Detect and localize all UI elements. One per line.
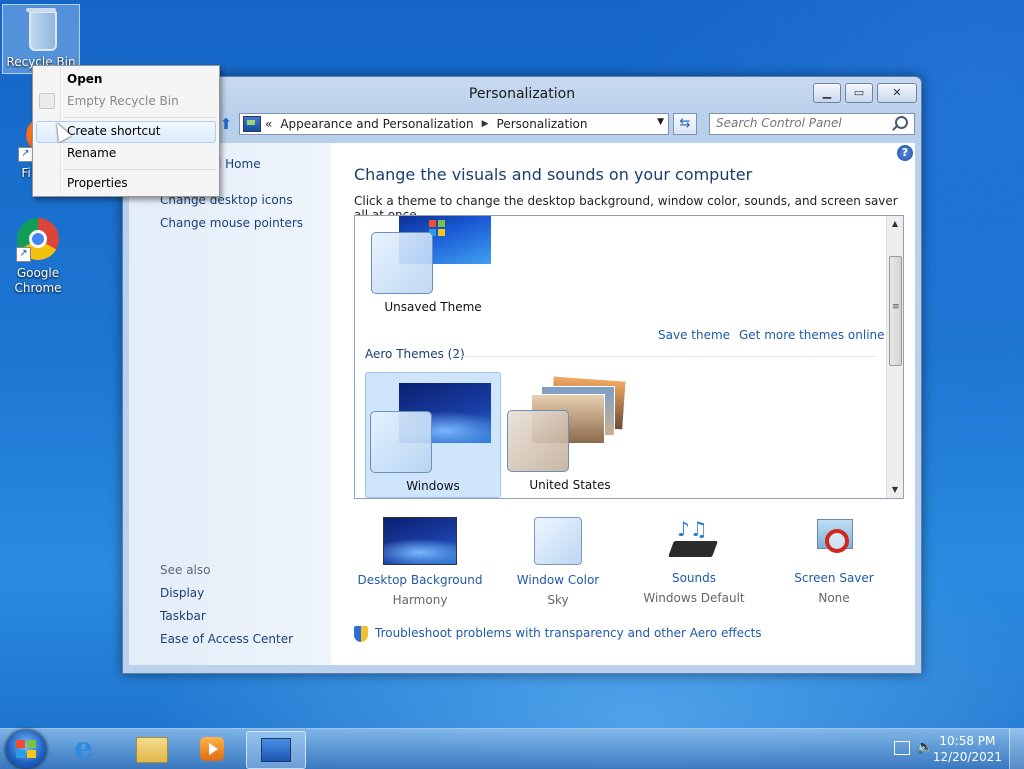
screen-saver-icon xyxy=(811,517,857,563)
taskbar: e 🔈 10:58 PM 12/20/2021 xyxy=(0,728,1024,769)
volume-icon[interactable]: 🔈 xyxy=(916,739,933,755)
theme-label: Unsaved Theme xyxy=(384,300,482,314)
theme-label: Windows xyxy=(406,479,460,493)
clock-time: 10:58 PM xyxy=(939,734,996,748)
shortcut-arrow-icon: ↗ xyxy=(16,247,31,262)
search-input[interactable] xyxy=(710,114,886,132)
help-icon[interactable]: ? xyxy=(897,145,913,161)
menu-item-rename[interactable]: Rename xyxy=(67,146,116,160)
menu-item-open[interactable]: Open xyxy=(67,72,102,86)
recycle-bin-icon xyxy=(17,5,65,53)
see-also-label: See also xyxy=(160,563,211,577)
sounds-link[interactable]: Sounds xyxy=(629,571,759,585)
chevron-down-icon[interactable]: ▼ xyxy=(657,117,664,127)
refresh-button[interactable]: ⇆ xyxy=(673,113,697,135)
change-mouse-pointers-link[interactable]: Change mouse pointers xyxy=(160,216,303,230)
menu-item-create-shortcut[interactable]: Create shortcut xyxy=(67,124,160,138)
window-color-swatch xyxy=(370,411,432,473)
scroll-up-icon[interactable]: ▲ xyxy=(887,216,903,232)
show-desktop-button[interactable] xyxy=(1009,729,1024,769)
menu-item-empty-recycle-bin[interactable]: Empty Recycle Bin xyxy=(67,94,179,108)
breadcrumb-separator-icon[interactable]: ▶ xyxy=(482,119,489,129)
taskbar-control-panel[interactable] xyxy=(246,731,306,769)
window-color-link[interactable]: Window Color xyxy=(493,573,623,587)
save-theme-link[interactable]: Save theme xyxy=(658,328,730,342)
window-color-icon xyxy=(534,517,582,565)
theme-list[interactable]: Unsaved Theme Save theme Get more themes… xyxy=(354,215,904,499)
chrome-icon: ↗ xyxy=(14,216,62,264)
menu-separator xyxy=(63,169,216,170)
sounds-value: Windows Default xyxy=(643,591,745,605)
control-panel-icon xyxy=(261,738,291,762)
section-divider xyxy=(453,356,875,357)
breadcrumb-appearance[interactable]: Appearance and Personalization xyxy=(280,117,473,131)
network-icon[interactable] xyxy=(894,741,910,755)
shield-icon xyxy=(354,626,368,642)
display-link[interactable]: Display xyxy=(160,586,204,600)
search-box[interactable] xyxy=(709,113,915,135)
desktop-icon-google-chrome[interactable]: ↗ Google Chrome xyxy=(0,216,76,296)
close-button[interactable]: ✕ xyxy=(877,83,917,103)
desktop-icon-recycle-bin[interactable]: Recycle Bin xyxy=(2,4,80,74)
start-button[interactable] xyxy=(6,730,46,768)
taskbar-file-explorer[interactable] xyxy=(122,731,180,767)
shortcut-arrow-icon: ↗ xyxy=(18,147,33,162)
desktop-background-icon xyxy=(383,517,457,565)
clock-date: 12/20/2021 xyxy=(932,750,1002,764)
theme-list-scrollbar[interactable]: ▲ ▼ xyxy=(886,216,903,498)
scroll-thumb[interactable] xyxy=(889,256,902,366)
navigation-bar: ⬆ « Appearance and Personalization ▶ Per… xyxy=(123,111,921,139)
ease-of-access-link[interactable]: Ease of Access Center xyxy=(160,632,293,646)
sounds-item[interactable]: ♪♫ Sounds Windows Default xyxy=(629,517,759,605)
troubleshoot-link[interactable]: Troubleshoot problems with transparency … xyxy=(375,626,762,640)
get-more-themes-link[interactable]: Get more themes online xyxy=(739,328,885,342)
theme-windows[interactable]: Windows xyxy=(365,372,501,498)
aero-themes-label: Aero Themes (2) xyxy=(365,347,465,361)
client-area: nel Home Change desktop icons Change mou… xyxy=(129,143,915,665)
internet-explorer-icon: e xyxy=(74,731,94,766)
taskbar-link[interactable]: Taskbar xyxy=(160,609,206,623)
screen-saver-value: None xyxy=(818,591,850,605)
search-icon[interactable] xyxy=(895,116,908,129)
window-title: Personalization xyxy=(468,86,576,102)
windows-logo-icon xyxy=(16,740,36,758)
personalization-window: Personalization ▁ ▭ ✕ ⬆ « Appearance and… xyxy=(122,76,922,674)
recycle-bin-icon xyxy=(39,93,55,109)
taskbar-media-player[interactable] xyxy=(184,731,242,767)
system-tray: 🔈 10:58 PM 12/20/2021 xyxy=(884,729,1024,769)
minimize-button[interactable]: ▁ xyxy=(813,83,841,103)
screen-saver-item[interactable]: Screen Saver None xyxy=(769,517,899,605)
menu-item-properties[interactable]: Properties xyxy=(67,176,128,190)
desktop-icon-label: Google Chrome xyxy=(14,266,62,295)
desktop-background-value: Harmony xyxy=(392,593,448,607)
address-bar[interactable]: « Appearance and Personalization ▶ Perso… xyxy=(239,113,669,135)
window-color-swatch xyxy=(371,232,433,294)
sounds-icon: ♪♫ xyxy=(668,517,719,563)
address-prefix[interactable]: « xyxy=(265,117,272,131)
desktop-background-link[interactable]: Desktop Background xyxy=(355,573,485,587)
menu-separator xyxy=(63,117,216,118)
scroll-down-icon[interactable]: ▼ xyxy=(887,482,903,498)
media-player-icon xyxy=(200,737,224,761)
screen-saver-link[interactable]: Screen Saver xyxy=(769,571,899,585)
control-panel-icon xyxy=(243,116,261,132)
folder-icon xyxy=(136,737,168,763)
taskbar-internet-explorer[interactable]: e xyxy=(60,731,118,767)
window-color-item[interactable]: Window Color Sky xyxy=(493,517,623,607)
theme-label: United States xyxy=(529,478,611,492)
main-pane: ? Change the visuals and sounds on your … xyxy=(331,143,915,665)
desktop-icon-label: Fi xyxy=(21,166,31,180)
theme-united-states[interactable]: United States xyxy=(503,372,637,496)
window-color-swatch xyxy=(507,410,569,472)
theme-unsaved[interactable]: Unsaved Theme xyxy=(365,216,499,320)
title-bar[interactable]: Personalization ▁ ▭ ✕ xyxy=(123,77,921,111)
desktop-background-item[interactable]: Desktop Background Harmony xyxy=(355,517,485,607)
window-color-value: Sky xyxy=(547,593,569,607)
left-pane: nel Home Change desktop icons Change mou… xyxy=(129,143,331,665)
clock[interactable]: 10:58 PM 12/20/2021 xyxy=(933,733,1002,765)
breadcrumb-personalization[interactable]: Personalization xyxy=(497,117,588,131)
maximize-button[interactable]: ▭ xyxy=(845,83,873,103)
page-heading: Change the visuals and sounds on your co… xyxy=(354,165,753,184)
